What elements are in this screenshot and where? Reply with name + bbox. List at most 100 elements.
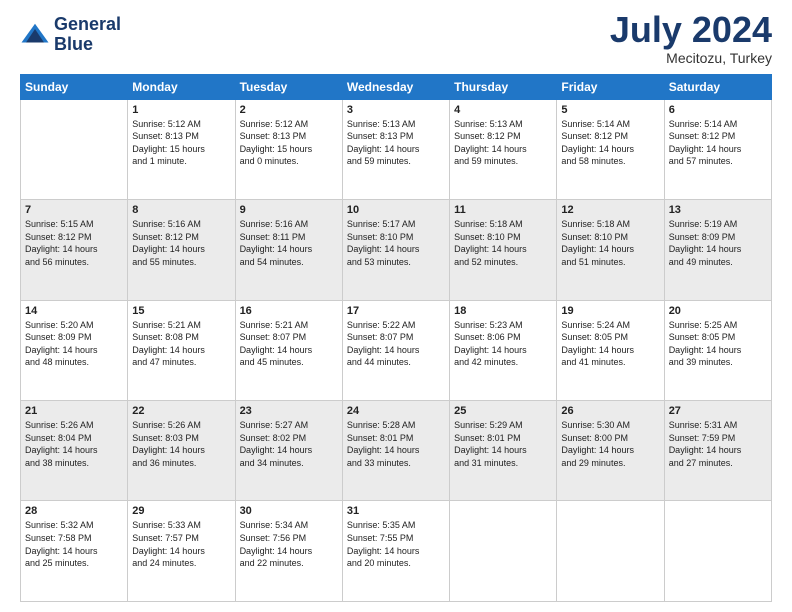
day-number: 12 [561,204,659,216]
calendar-cell: 2 Sunrise: 5:12 AMSunset: 8:13 PMDaylight… [235,99,342,199]
day-info: Sunrise: 5:27 AMSunset: 8:02 PMDaylight:… [240,419,338,469]
calendar-cell: 22 Sunrise: 5:26 AMSunset: 8:03 PMDayligh… [128,401,235,501]
day-number: 1 [132,104,230,116]
day-number: 7 [25,204,123,216]
day-number: 18 [454,305,552,317]
logo: General Blue [20,15,121,55]
day-info: Sunrise: 5:29 AMSunset: 8:01 PMDaylight:… [454,419,552,469]
calendar-cell: 6 Sunrise: 5:14 AMSunset: 8:12 PMDaylight… [664,99,771,199]
calendar-cell: 18 Sunrise: 5:23 AMSunset: 8:06 PMDayligh… [450,300,557,400]
calendar-cell [450,501,557,602]
calendar-cell: 4Sunrise: 5:13 AMSunset: 8:12 PMDaylight… [450,99,557,199]
calendar-cell: 25 Sunrise: 5:29 AMSunset: 8:01 PMDayligh… [450,401,557,501]
day-number: 15 [132,305,230,317]
calendar-cell: 27 Sunrise: 5:31 AMSunset: 7:59 PMDayligh… [664,401,771,501]
day-number: 6 [669,104,767,116]
day-number: 23 [240,405,338,417]
calendar-cell: 17 Sunrise: 5:22 AMSunset: 8:07 PMDayligh… [342,300,449,400]
day-number: 29 [132,505,230,517]
day-info: Sunrise: 5:31 AMSunset: 7:59 PMDaylight:… [669,419,767,469]
day-info: Sunrise: 5:15 AMSunset: 8:12 PMDaylight:… [25,218,123,268]
day-info: Sunrise: 5:35 AMSunset: 7:55 PMDaylight:… [347,519,445,569]
day-info: Sunrise: 5:28 AMSunset: 8:01 PMDaylight:… [347,419,445,469]
calendar-row: 28Sunrise: 5:32 AMSunset: 7:58 PMDayligh… [21,501,772,602]
logo-line2: Blue [54,35,121,55]
day-info: Sunrise: 5:34 AMSunset: 7:56 PMDaylight:… [240,519,338,569]
day-number: 22 [132,405,230,417]
calendar-cell: 10Sunrise: 5:17 AMSunset: 8:10 PMDayligh… [342,200,449,300]
header-friday: Friday [557,74,664,99]
calendar-cell: 15 Sunrise: 5:21 AMSunset: 8:08 PMDayligh… [128,300,235,400]
calendar-cell: 31 Sunrise: 5:35 AMSunset: 7:55 PMDayligh… [342,501,449,602]
calendar-cell [664,501,771,602]
calendar-cell: 1Sunrise: 5:12 AMSunset: 8:13 PMDaylight… [128,99,235,199]
day-info: Sunrise: 5:23 AMSunset: 8:06 PMDaylight:… [454,319,552,369]
day-number: 8 [132,204,230,216]
calendar-cell: 12Sunrise: 5:18 AMSunset: 8:10 PMDayligh… [557,200,664,300]
day-number: 2 [240,104,338,116]
day-info: Sunrise: 5:19 AMSunset: 8:09 PMDaylight:… [669,218,767,268]
day-info: Sunrise: 5:14 AMSunset: 8:12 PMDaylight:… [669,118,767,168]
day-number: 11 [454,204,552,216]
day-number: 24 [347,405,445,417]
day-number: 19 [561,305,659,317]
calendar-table: Sunday Monday Tuesday Wednesday Thursday… [20,74,772,602]
calendar-cell: 20Sunrise: 5:25 AMSunset: 8:05 PMDayligh… [664,300,771,400]
calendar-cell: 28Sunrise: 5:32 AMSunset: 7:58 PMDayligh… [21,501,128,602]
day-number: 21 [25,405,123,417]
day-number: 20 [669,305,767,317]
day-info: Sunrise: 5:22 AMSunset: 8:07 PMDaylight:… [347,319,445,369]
calendar-cell: 21Sunrise: 5:26 AMSunset: 8:04 PMDayligh… [21,401,128,501]
day-info: Sunrise: 5:18 AMSunset: 8:10 PMDaylight:… [454,218,552,268]
day-info: Sunrise: 5:20 AMSunset: 8:09 PMDaylight:… [25,319,123,369]
title-section: July 2024 Mecitozu, Turkey [610,10,772,66]
header-thursday: Thursday [450,74,557,99]
day-number: 26 [561,405,659,417]
calendar-cell [557,501,664,602]
day-number: 27 [669,405,767,417]
day-info: Sunrise: 5:30 AMSunset: 8:00 PMDaylight:… [561,419,659,469]
day-info: Sunrise: 5:17 AMSunset: 8:10 PMDaylight:… [347,218,445,268]
day-info: Sunrise: 5:21 AMSunset: 8:07 PMDaylight:… [240,319,338,369]
calendar-cell: 13Sunrise: 5:19 AMSunset: 8:09 PMDayligh… [664,200,771,300]
day-number: 25 [454,405,552,417]
day-info: Sunrise: 5:16 AMSunset: 8:11 PMDaylight:… [240,218,338,268]
day-info: Sunrise: 5:24 AMSunset: 8:05 PMDaylight:… [561,319,659,369]
header: General Blue July 2024 Mecitozu, Turkey [20,10,772,66]
day-number: 3 [347,104,445,116]
day-number: 30 [240,505,338,517]
day-number: 14 [25,305,123,317]
day-info: Sunrise: 5:16 AMSunset: 8:12 PMDaylight:… [132,218,230,268]
day-number: 5 [561,104,659,116]
day-info: Sunrise: 5:14 AMSunset: 8:12 PMDaylight:… [561,118,659,168]
calendar-cell: 24 Sunrise: 5:28 AMSunset: 8:01 PMDayligh… [342,401,449,501]
header-saturday: Saturday [664,74,771,99]
calendar-cell: 19 Sunrise: 5:24 AMSunset: 8:05 PMDayligh… [557,300,664,400]
weekday-header-row: Sunday Monday Tuesday Wednesday Thursday… [21,74,772,99]
day-info: Sunrise: 5:13 AMSunset: 8:13 PMDaylight:… [347,118,445,168]
day-info: Sunrise: 5:21 AMSunset: 8:08 PMDaylight:… [132,319,230,369]
day-info: Sunrise: 5:12 AMSunset: 8:13 PMDaylight:… [240,118,338,168]
calendar-cell: 26 Sunrise: 5:30 AMSunset: 8:00 PMDayligh… [557,401,664,501]
calendar-cell: 8 Sunrise: 5:16 AMSunset: 8:12 PMDaylight… [128,200,235,300]
logo-line1: General [54,15,121,35]
day-number: 17 [347,305,445,317]
day-number: 31 [347,505,445,517]
day-info: Sunrise: 5:32 AMSunset: 7:58 PMDaylight:… [25,519,123,569]
calendar-cell [21,99,128,199]
day-info: Sunrise: 5:26 AMSunset: 8:03 PMDaylight:… [132,419,230,469]
page: General Blue July 2024 Mecitozu, Turkey … [0,0,792,612]
day-number: 16 [240,305,338,317]
calendar-cell: 14 Sunrise: 5:20 AMSunset: 8:09 PMDayligh… [21,300,128,400]
calendar-cell: 23 Sunrise: 5:27 AMSunset: 8:02 PMDayligh… [235,401,342,501]
month-title: July 2024 [610,10,772,50]
calendar-cell: 9Sunrise: 5:16 AMSunset: 8:11 PMDaylight… [235,200,342,300]
calendar-row: 21Sunrise: 5:26 AMSunset: 8:04 PMDayligh… [21,401,772,501]
calendar-row: 14 Sunrise: 5:20 AMSunset: 8:09 PMDayligh… [21,300,772,400]
header-tuesday: Tuesday [235,74,342,99]
location-subtitle: Mecitozu, Turkey [610,50,772,66]
header-wednesday: Wednesday [342,74,449,99]
day-info: Sunrise: 5:13 AMSunset: 8:12 PMDaylight:… [454,118,552,168]
calendar-row: 1 Sunrise: 5:12 AMSunset: 8:13 PMDaylight… [21,99,772,199]
header-monday: Monday [128,74,235,99]
